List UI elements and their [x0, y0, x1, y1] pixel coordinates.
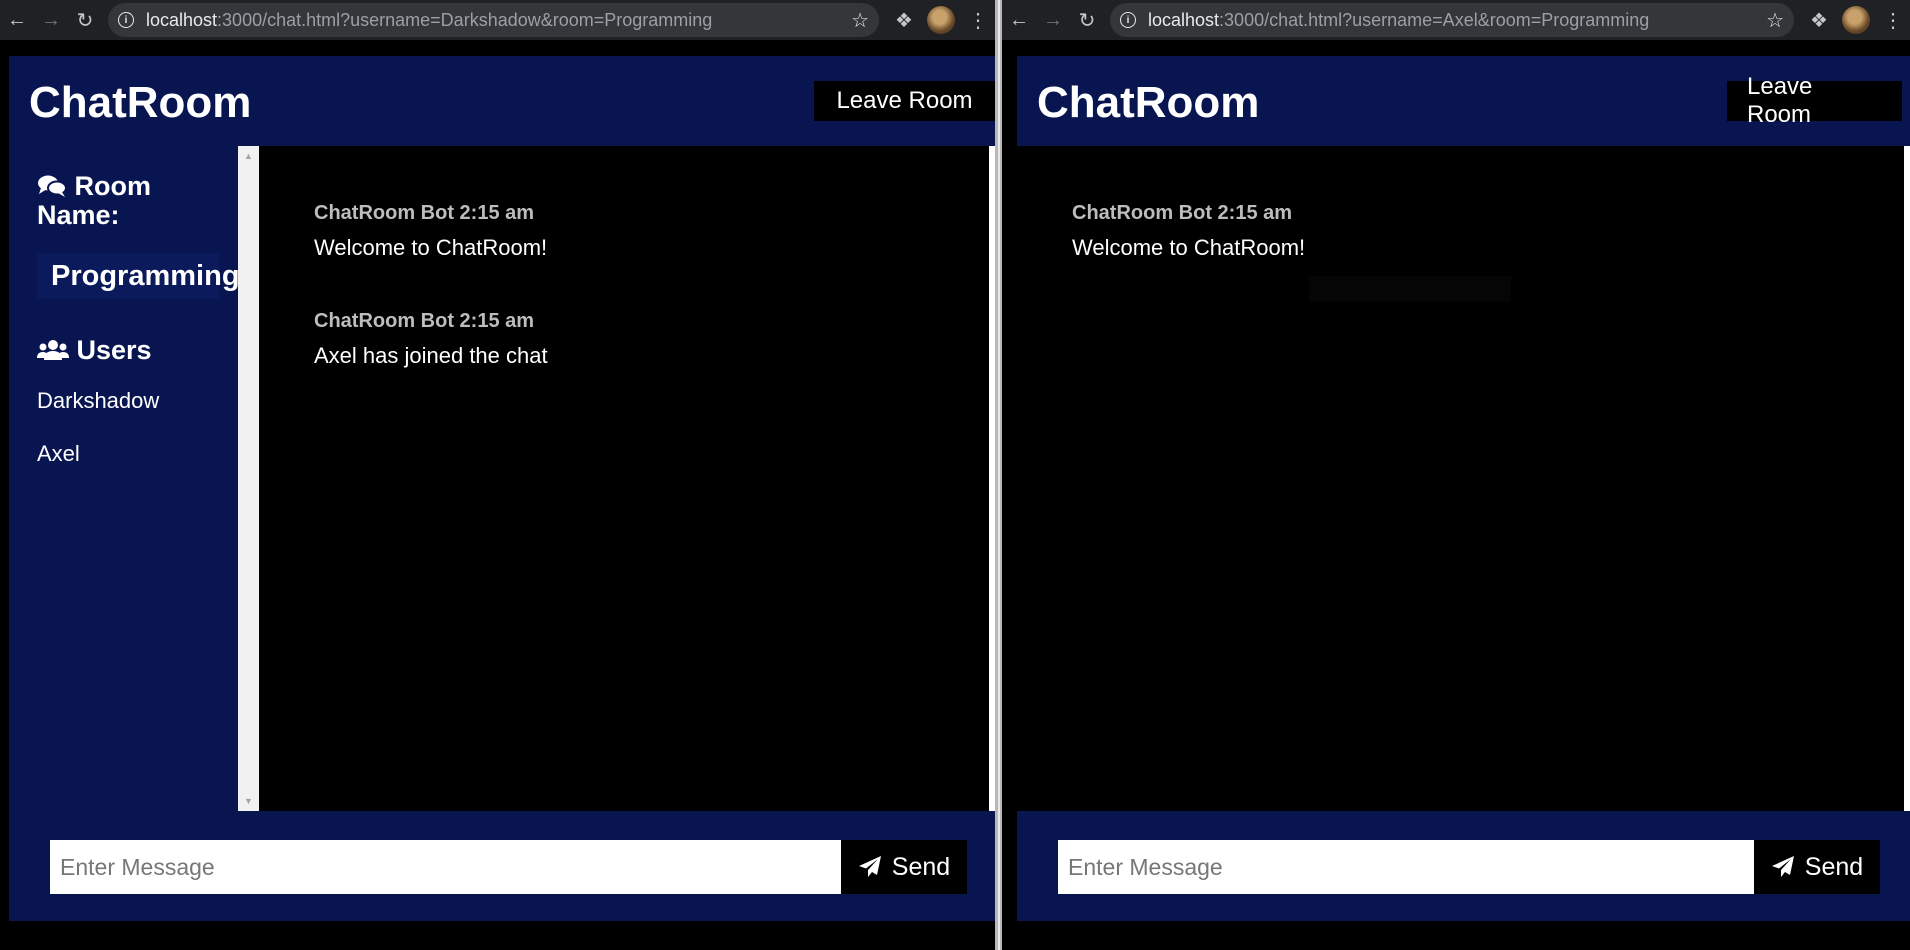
- message-input[interactable]: [50, 840, 841, 894]
- right-browser-window: ← → ↻ i localhost:3000/chat.html?usernam…: [1002, 0, 1910, 950]
- reload-icon[interactable]: ↻: [1070, 3, 1104, 37]
- comments-icon: [38, 175, 67, 197]
- sidebar: Room Name: Programming Users Darkshadow: [9, 146, 240, 811]
- chat-app: ChatRoom Leave Room ChatRoom Bot 2:15 am…: [1017, 56, 1910, 921]
- app-title: ChatRoom: [29, 78, 252, 127]
- leave-room-button[interactable]: Leave Room: [1727, 73, 1902, 128]
- message-meta: ChatRoom Bot 2:15 am: [314, 202, 535, 224]
- message: ChatRoom Bot 2:15 am Welcome to ChatRoom…: [314, 202, 547, 261]
- address-bar[interactable]: i localhost:3000/chat.html?username=Axel…: [1110, 3, 1794, 37]
- bookmark-star-icon[interactable]: ☆: [1766, 8, 1784, 33]
- message-composer: Send: [9, 811, 995, 921]
- message: ChatRoom Bot 2:15 am Welcome to ChatRoom…: [1072, 202, 1305, 261]
- message: ChatRoom Bot 2:15 am Axel has joined the…: [314, 310, 548, 369]
- site-info-icon[interactable]: i: [1120, 12, 1136, 28]
- send-button[interactable]: Send: [841, 840, 967, 894]
- chat-scrollbar[interactable]: [1904, 146, 1910, 811]
- app-title: ChatRoom: [1037, 78, 1260, 127]
- profile-avatar[interactable]: [1842, 6, 1870, 34]
- message-text: Axel has joined the chat: [314, 343, 548, 368]
- browser-toolbar: ← → ↻ i localhost:3000/chat.html?usernam…: [1002, 0, 1910, 40]
- paper-plane-icon: [858, 856, 881, 877]
- extensions-puzzle-icon[interactable]: ❖: [887, 3, 921, 37]
- room-name-heading: Room Name:: [37, 171, 152, 230]
- browser-toolbar: ← → ↻ i localhost:3000/chat.html?usernam…: [0, 0, 995, 40]
- chat-messages: ChatRoom Bot 2:15 am Welcome to ChatRoom…: [1017, 146, 1904, 811]
- leave-room-button[interactable]: Leave Room: [814, 81, 995, 121]
- reload-icon[interactable]: ↻: [68, 3, 102, 37]
- more-menu-icon[interactable]: ⋮: [1876, 3, 1910, 37]
- paper-plane-icon: [1771, 856, 1794, 877]
- back-arrow-icon[interactable]: ←: [0, 3, 34, 37]
- app-header: ChatRoom Leave Room: [9, 56, 995, 146]
- window-divider-highlight: [998, 0, 1000, 950]
- forward-arrow-icon[interactable]: →: [1036, 3, 1070, 37]
- faint-tooltip: [1309, 276, 1511, 302]
- message-meta: ChatRoom Bot 2:15 am: [314, 310, 535, 332]
- profile-avatar[interactable]: [927, 6, 955, 34]
- scroll-down-arrow-icon[interactable]: ▼: [238, 793, 259, 809]
- users-heading: Users: [37, 336, 152, 365]
- chat-app: ChatRoom Leave Room Room Name: Programmi…: [9, 56, 995, 921]
- app-header: ChatRoom Leave Room: [1017, 56, 1910, 146]
- scroll-up-arrow-icon[interactable]: ▲: [238, 148, 259, 164]
- extensions-puzzle-icon[interactable]: ❖: [1802, 3, 1836, 37]
- forward-arrow-icon[interactable]: →: [34, 3, 68, 37]
- address-bar[interactable]: i localhost:3000/chat.html?username=Dark…: [108, 3, 879, 37]
- user-list-item: Axel: [37, 441, 80, 466]
- message-meta: ChatRoom Bot 2:15 am: [1072, 202, 1293, 224]
- users-icon: [37, 340, 69, 360]
- more-menu-icon[interactable]: ⋮: [961, 3, 995, 37]
- room-name-value: Programming: [37, 253, 240, 299]
- sidebar-scrollbar[interactable]: ▲ ▼: [238, 146, 259, 811]
- message-input[interactable]: [1058, 840, 1754, 894]
- user-list-item: Darkshadow: [37, 388, 160, 413]
- send-button[interactable]: Send: [1754, 840, 1880, 894]
- message-text: Welcome to ChatRoom!: [314, 235, 548, 260]
- bookmark-star-icon[interactable]: ☆: [851, 8, 869, 33]
- back-arrow-icon[interactable]: ←: [1002, 3, 1036, 37]
- chat-messages: ChatRoom Bot 2:15 am Welcome to ChatRoom…: [259, 146, 995, 811]
- left-browser-window: ← → ↻ i localhost:3000/chat.html?usernam…: [0, 0, 995, 950]
- site-info-icon[interactable]: i: [118, 12, 134, 28]
- page-content: ChatRoom Leave Room Room Name: Programmi…: [0, 40, 995, 950]
- url-text[interactable]: localhost:3000/chat.html?username=Axel&r…: [1148, 10, 1766, 31]
- message-text: Welcome to ChatRoom!: [1072, 235, 1306, 260]
- message-composer: Send: [1017, 811, 1910, 921]
- url-text[interactable]: localhost:3000/chat.html?username=Darksh…: [146, 10, 851, 31]
- page-content: ChatRoom Leave Room ChatRoom Bot 2:15 am…: [1002, 40, 1910, 950]
